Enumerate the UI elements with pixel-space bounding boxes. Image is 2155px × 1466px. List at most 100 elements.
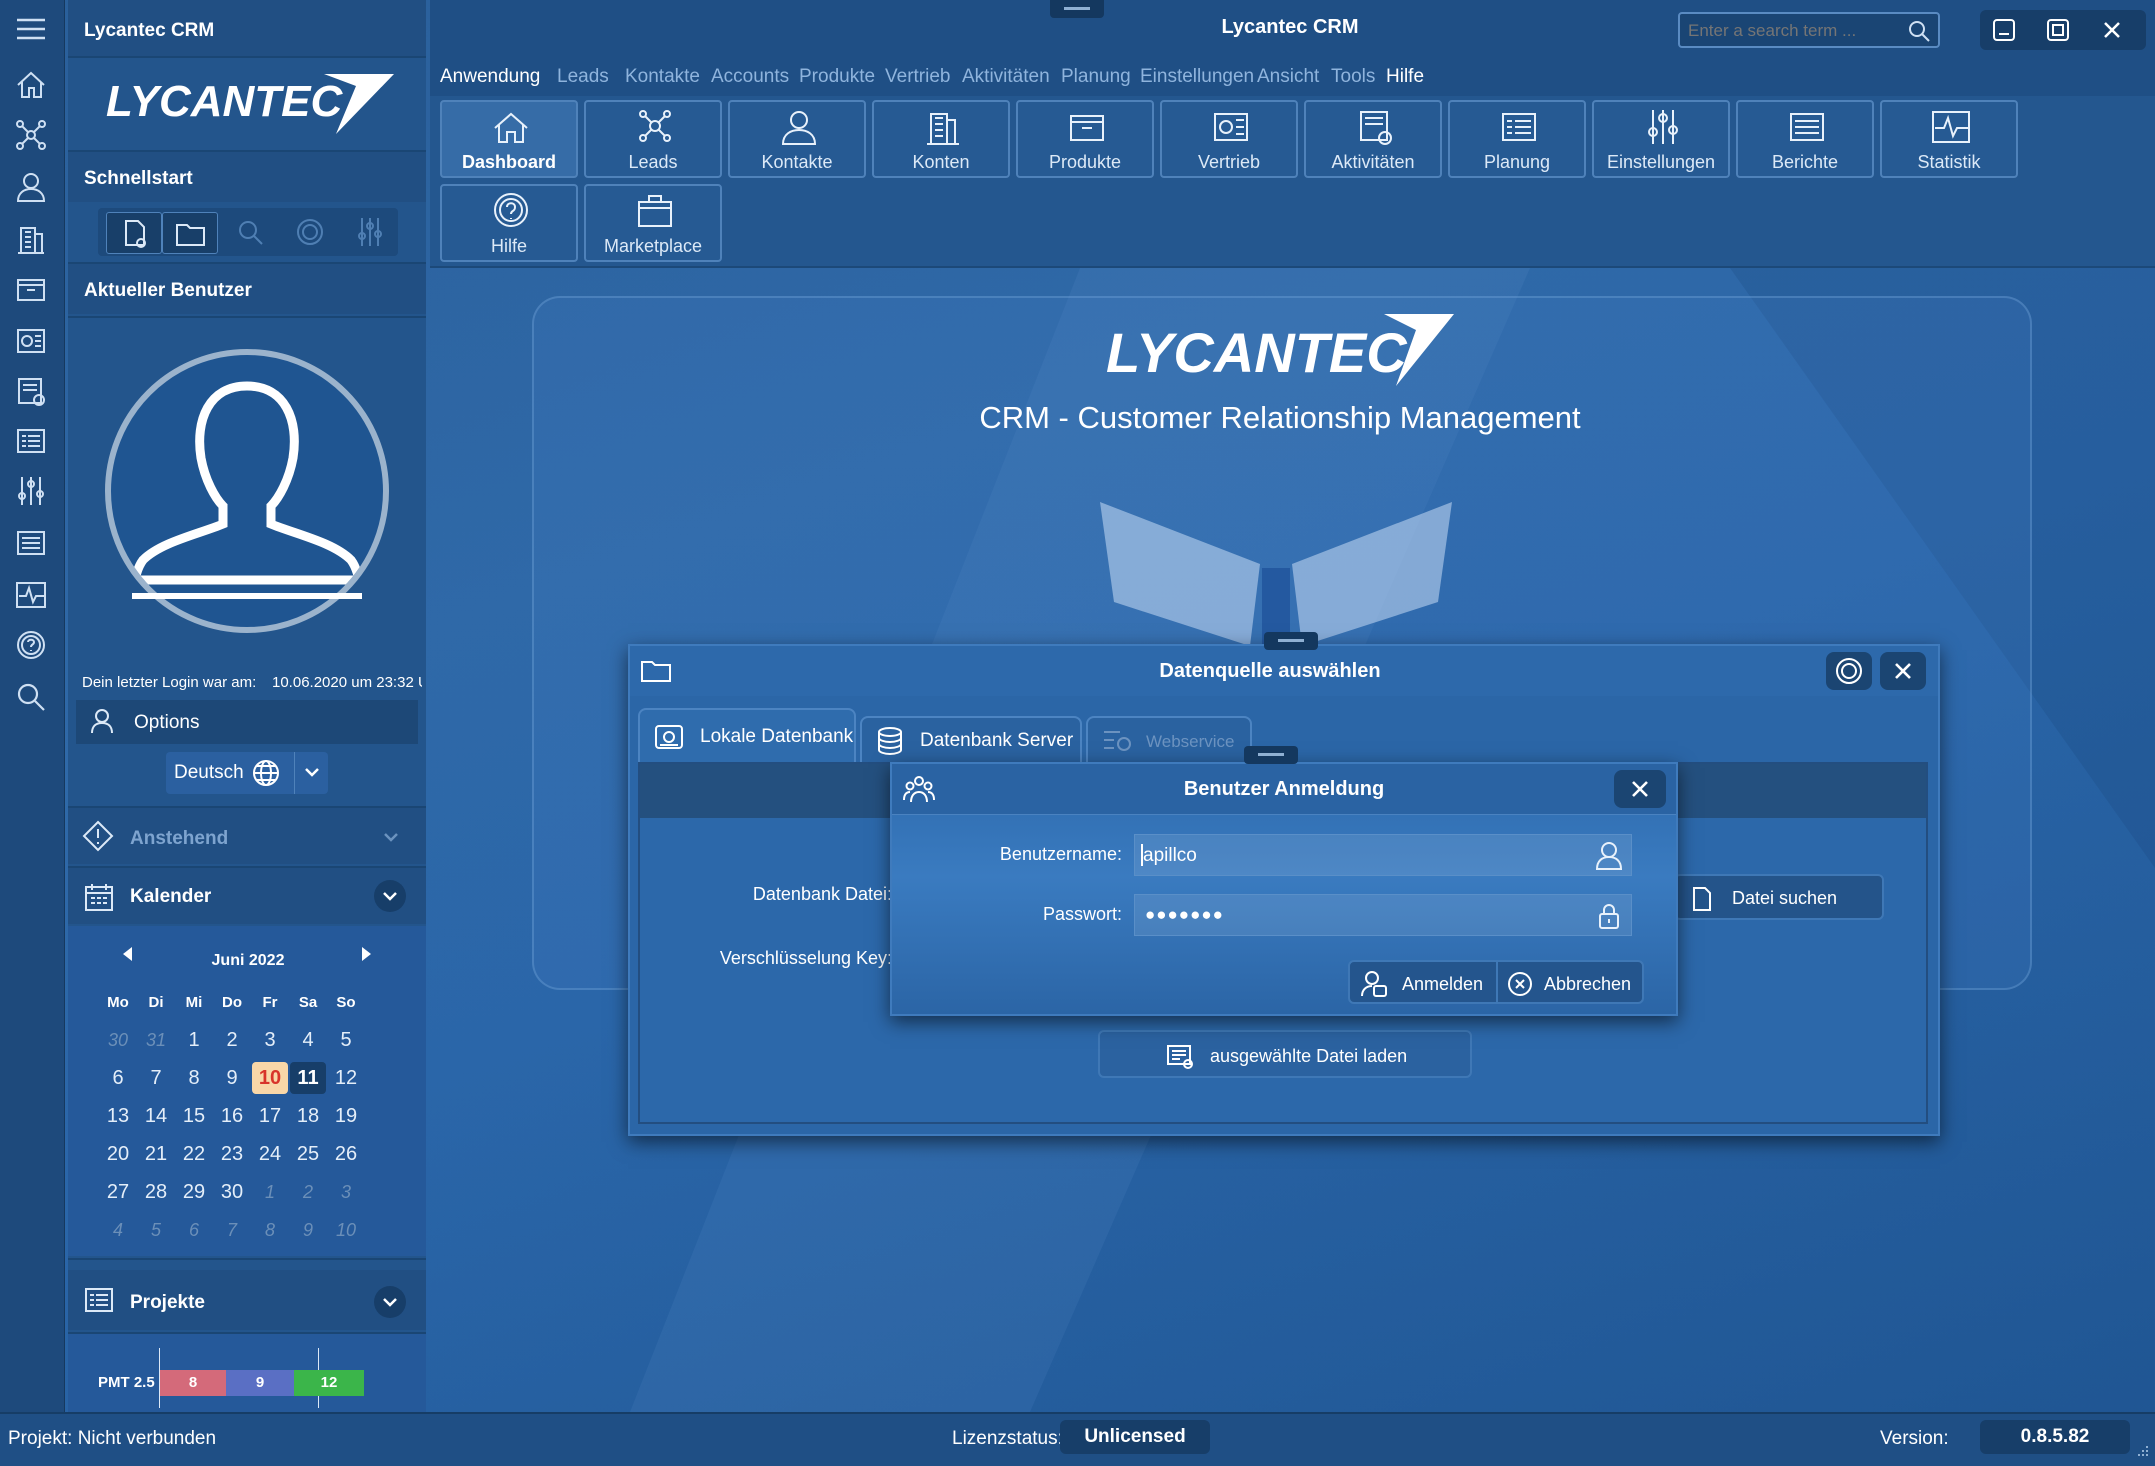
menu-item[interactable]: Produkte: [799, 66, 875, 88]
calendar-day[interactable]: 5: [328, 1024, 364, 1056]
tab-webservice[interactable]: Webservice: [1086, 716, 1252, 764]
language-select[interactable]: Deutsch: [166, 752, 328, 794]
chevron-down-icon[interactable]: [374, 880, 406, 912]
calendar-day[interactable]: 20: [100, 1138, 136, 1170]
menu-item[interactable]: Ansicht: [1257, 66, 1319, 88]
ribbon-button-hilfe[interactable]: Hilfe: [440, 184, 578, 262]
chevron-down-icon[interactable]: [374, 1286, 406, 1318]
help-icon[interactable]: [1826, 652, 1872, 690]
calendar-prev-button[interactable]: [120, 946, 136, 962]
maximize-icon[interactable]: [2044, 16, 2072, 44]
home-icon[interactable]: [14, 68, 48, 102]
menu-item[interactable]: Planung: [1061, 66, 1131, 88]
menu-item[interactable]: Leads: [557, 66, 609, 88]
calendar-day[interactable]: 12: [328, 1062, 364, 1094]
search-field[interactable]: [1686, 18, 1900, 44]
calendar-day[interactable]: 30: [100, 1024, 136, 1056]
open-folder-icon[interactable]: [162, 212, 218, 254]
settings-sliders-icon[interactable]: [14, 474, 48, 508]
calendar-day[interactable]: 15: [176, 1100, 212, 1132]
calendar-day[interactable]: 22: [176, 1138, 212, 1170]
drag-handle[interactable]: [1050, 0, 1104, 18]
statistics-pulse-icon[interactable]: [14, 578, 48, 612]
login-button[interactable]: Anmelden: [1348, 960, 1498, 1004]
calendar-day[interactable]: 7: [214, 1214, 250, 1246]
menu-item[interactable]: Vertrieb: [885, 66, 950, 88]
menu-item[interactable]: Hilfe: [1386, 66, 1424, 88]
ribbon-button-planung[interactable]: Planung: [1448, 100, 1586, 178]
pending-header[interactable]: Anstehend: [68, 808, 426, 864]
calendar-day[interactable]: 18: [290, 1100, 326, 1132]
search-input[interactable]: [1678, 12, 1940, 48]
calendar-day[interactable]: 11: [290, 1062, 326, 1094]
calendar-day[interactable]: 7: [138, 1062, 174, 1094]
load-selected-file-button[interactable]: ausgewählte Datei laden: [1098, 1030, 1472, 1078]
search-icon[interactable]: [14, 680, 48, 714]
help-icon[interactable]: [288, 212, 332, 252]
menu-item[interactable]: Kontakte: [625, 66, 700, 88]
project-progress[interactable]: PMT 2.5 8 9 12: [68, 1334, 426, 1412]
ribbon-button-aktivitäten[interactable]: Aktivitäten: [1304, 100, 1442, 178]
search-icon[interactable]: [1906, 18, 1932, 44]
drag-handle[interactable]: [1264, 632, 1318, 650]
search-icon[interactable]: [228, 212, 272, 252]
calendar-day[interactable]: 13: [100, 1100, 136, 1132]
ribbon-button-statistik[interactable]: Statistik: [1880, 100, 2018, 178]
calendar-day[interactable]: 21: [138, 1138, 174, 1170]
reports-icon[interactable]: [14, 526, 48, 560]
ribbon-button-berichte[interactable]: Berichte: [1736, 100, 1874, 178]
calendar-day[interactable]: 3: [328, 1176, 364, 1208]
resize-grip-icon[interactable]: [2134, 1444, 2150, 1460]
ribbon-button-dashboard[interactable]: Dashboard: [440, 100, 578, 178]
planning-icon[interactable]: [14, 424, 48, 458]
calendar-day[interactable]: 23: [214, 1138, 250, 1170]
products-box-icon[interactable]: [14, 272, 48, 306]
username-field[interactable]: apillco: [1134, 834, 1632, 876]
close-icon[interactable]: [1614, 770, 1666, 808]
chevron-down-icon[interactable]: [378, 824, 404, 850]
calendar-day[interactable]: 9: [290, 1214, 326, 1246]
calendar-day[interactable]: 1: [176, 1024, 212, 1056]
settings-sliders-icon[interactable]: [348, 212, 392, 252]
help-icon[interactable]: [14, 628, 48, 662]
ribbon-button-produkte[interactable]: Produkte: [1016, 100, 1154, 178]
close-icon[interactable]: [1880, 652, 1926, 690]
close-icon[interactable]: [2098, 16, 2126, 44]
calendar-day[interactable]: 8: [176, 1062, 212, 1094]
calendar-day[interactable]: 1: [252, 1176, 288, 1208]
calendar-day[interactable]: 27: [100, 1176, 136, 1208]
calendar-day[interactable]: 26: [328, 1138, 364, 1170]
calendar-day[interactable]: 29: [176, 1176, 212, 1208]
calendar-day[interactable]: 6: [100, 1062, 136, 1094]
menu-item[interactable]: Tools: [1331, 66, 1375, 88]
contact-person-icon[interactable]: [14, 170, 48, 204]
menu-item[interactable]: Aktivitäten: [962, 66, 1050, 88]
calendar-day[interactable]: 5: [138, 1214, 174, 1246]
drag-handle[interactable]: [1244, 746, 1298, 764]
ribbon-button-marketplace[interactable]: Marketplace: [584, 184, 722, 262]
menu-item[interactable]: Anwendung: [440, 66, 540, 88]
ribbon-button-einstellungen[interactable]: Einstellungen: [1592, 100, 1730, 178]
calendar-day[interactable]: 24: [252, 1138, 288, 1170]
ribbon-button-kontakte[interactable]: Kontakte: [728, 100, 866, 178]
calendar-day[interactable]: 30: [214, 1176, 250, 1208]
calendar-day[interactable]: 25: [290, 1138, 326, 1170]
menu-item[interactable]: Accounts: [711, 66, 789, 88]
calendar-day[interactable]: 8: [252, 1214, 288, 1246]
hamburger-menu-icon[interactable]: [14, 14, 48, 48]
accounts-building-icon[interactable]: [14, 222, 48, 256]
new-file-icon[interactable]: [106, 212, 162, 254]
calendar-day[interactable]: 4: [290, 1024, 326, 1056]
calendar-day[interactable]: 10: [252, 1062, 288, 1094]
calendar-day[interactable]: 28: [138, 1176, 174, 1208]
calendar-day[interactable]: 10: [328, 1214, 364, 1246]
chevron-down-icon[interactable]: [294, 752, 329, 794]
menu-item[interactable]: Einstellungen: [1140, 66, 1254, 88]
calendar-day[interactable]: 16: [214, 1100, 250, 1132]
projects-header[interactable]: Projekte: [68, 1270, 426, 1330]
calendar-day[interactable]: 2: [214, 1024, 250, 1056]
cancel-button[interactable]: Abbrechen: [1496, 960, 1644, 1004]
tab-database-server[interactable]: Datenbank Server: [860, 716, 1082, 764]
leads-network-icon[interactable]: [14, 118, 48, 152]
password-field[interactable]: ●●●●●●●: [1134, 894, 1632, 936]
